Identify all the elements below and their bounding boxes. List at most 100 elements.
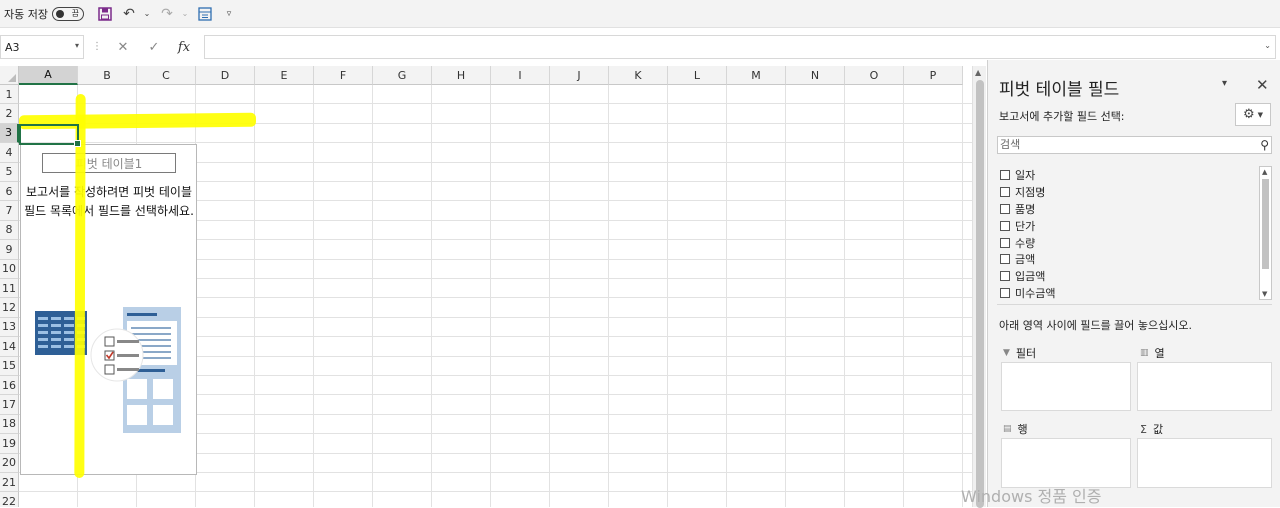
field-item[interactable]: 미수금액	[1000, 284, 1055, 301]
column-header-e[interactable]: E	[255, 66, 314, 85]
row-header-6[interactable]: 6	[0, 182, 19, 202]
activation-watermark: Windows 정품 인증	[961, 487, 1102, 506]
worksheet-grid[interactable]: ABCDEFGHIJKLMNOP 1 2 3 4 5 6 7 8 9 10 11 12 13 14 15 16…	[0, 66, 972, 507]
values-label: 값	[1152, 423, 1164, 436]
checkbox[interactable]	[1000, 186, 1010, 197]
field-item[interactable]: 수량	[1000, 234, 1035, 251]
column-header-p[interactable]: P	[904, 66, 963, 85]
row-header-21[interactable]: 21	[0, 473, 19, 493]
rows-drop-area[interactable]	[1001, 438, 1131, 488]
column-header-i[interactable]: I	[491, 66, 550, 85]
customize-icon[interactable]: ▿	[218, 3, 240, 25]
insert-function-button[interactable]: fx	[173, 37, 195, 57]
divider	[997, 304, 1272, 305]
row-header-13[interactable]: 13	[0, 317, 19, 338]
row-header-1[interactable]: 1	[0, 85, 19, 105]
column-header-d[interactable]: D	[196, 66, 255, 85]
autosave-toggle[interactable]: 끔	[51, 6, 84, 21]
field-item[interactable]: 일자	[1000, 166, 1035, 183]
column-header-n[interactable]: N	[786, 66, 845, 85]
checkbox[interactable]	[1000, 287, 1010, 298]
scroll-thumb[interactable]	[1262, 179, 1269, 269]
filter-drop-area[interactable]	[1001, 362, 1131, 411]
row-header-11[interactable]: 11	[0, 279, 19, 299]
row-header-8[interactable]: 8	[0, 220, 19, 241]
column-header-l[interactable]: L	[668, 66, 727, 85]
pane-options-chevron-icon[interactable]: ▾	[1222, 78, 1227, 89]
form-icon[interactable]	[194, 3, 216, 25]
column-header-o[interactable]: O	[845, 66, 904, 85]
expand-formula-icon[interactable]: ⌄	[1264, 41, 1271, 50]
pivot-table-placeholder[interactable]: 피벗 테이블1 보고서를 작성하려면 피벗 테이블 필드 목록에서 필드를 선택…	[20, 144, 197, 475]
values-drop-area[interactable]	[1137, 438, 1272, 488]
sigma-icon: Σ	[1140, 422, 1147, 436]
row-header-4[interactable]: 4	[0, 143, 19, 163]
gridline-vertical	[667, 85, 668, 507]
field-search-input[interactable]: 검색 ⚲	[997, 136, 1272, 154]
column-header-c[interactable]: C	[137, 66, 196, 85]
row-header-3[interactable]: 3	[0, 123, 19, 144]
field-list-scrollbar[interactable]: ▲ ▼	[1259, 166, 1272, 300]
column-header-j[interactable]: J	[550, 66, 609, 85]
row-header-15[interactable]: 15	[0, 356, 19, 376]
pivot-table-name: 피벗 테이블1	[42, 153, 176, 173]
column-header-k[interactable]: K	[609, 66, 668, 85]
row-header-16[interactable]: 16	[0, 376, 19, 396]
row-header-22[interactable]: 22	[0, 492, 19, 507]
formula-input[interactable]: ⌄	[204, 35, 1276, 59]
scroll-down-icon[interactable]: ▼	[1262, 290, 1267, 298]
checkbox[interactable]	[1000, 237, 1010, 248]
row-header-20[interactable]: 20	[0, 453, 19, 473]
column-header-h[interactable]: H	[432, 66, 491, 85]
columns-drop-area[interactable]	[1137, 362, 1272, 411]
gridline-horizontal	[19, 491, 972, 493]
scroll-up-icon[interactable]: ▲	[1262, 168, 1267, 176]
select-all-button[interactable]	[0, 66, 19, 85]
row-header-18[interactable]: 18	[0, 414, 19, 435]
vertical-scrollbar[interactable]: ▲	[972, 66, 986, 508]
tools-button[interactable]: ⚙ ▼	[1235, 103, 1271, 126]
save-icon[interactable]	[94, 3, 116, 25]
cancel-icon[interactable]: ✕	[112, 37, 134, 57]
checkbox[interactable]	[1000, 169, 1010, 180]
gridline-vertical	[903, 85, 904, 507]
name-box[interactable]: A3 ▾	[0, 35, 84, 59]
row-header-19[interactable]: 19	[0, 434, 19, 454]
checkbox[interactable]	[1000, 203, 1010, 214]
checkbox[interactable]	[1000, 220, 1010, 231]
checkbox[interactable]	[1000, 253, 1010, 264]
row-header-10[interactable]: 10	[0, 259, 19, 279]
row-header-9[interactable]: 9	[0, 240, 19, 260]
field-item[interactable]: 입금액	[1000, 267, 1045, 284]
undo-dropdown-icon[interactable]: ⌄	[142, 3, 152, 25]
scroll-up-icon[interactable]: ▲	[975, 68, 981, 77]
row-header-12[interactable]: 12	[0, 298, 19, 318]
column-header-m[interactable]: M	[727, 66, 786, 85]
undo-icon[interactable]: ↶	[118, 3, 140, 25]
row-header-17[interactable]: 17	[0, 395, 19, 415]
row-header-2[interactable]: 2	[0, 104, 19, 124]
column-header-f[interactable]: F	[314, 66, 373, 85]
scroll-thumb[interactable]	[976, 80, 984, 508]
column-header-g[interactable]: G	[373, 66, 432, 85]
filter-label: 필터	[1015, 347, 1037, 360]
gridline-vertical	[254, 85, 255, 507]
row-header-7[interactable]: 7	[0, 201, 19, 221]
field-item[interactable]: 품명	[1000, 200, 1035, 217]
column-header-a[interactable]: A	[19, 66, 78, 85]
enter-icon[interactable]: ✓	[143, 37, 165, 57]
checkbox[interactable]	[1000, 270, 1010, 281]
chevron-down-icon[interactable]: ▾	[75, 41, 79, 50]
close-icon[interactable]: ✕	[1256, 76, 1269, 94]
field-item[interactable]: 지점명	[1000, 183, 1045, 200]
redo-icon[interactable]: ↷	[156, 3, 178, 25]
row-header-5[interactable]: 5	[0, 162, 19, 182]
row-header-14[interactable]: 14	[0, 337, 19, 357]
redo-dropdown-icon[interactable]: ⌄	[180, 3, 190, 25]
field-item[interactable]: 금액	[1000, 250, 1035, 267]
gridline-vertical	[431, 85, 432, 507]
field-item[interactable]: 단가	[1000, 217, 1035, 234]
selected-cell[interactable]	[19, 123, 81, 147]
column-header-b[interactable]: B	[78, 66, 137, 85]
filter-area-label: ▼ 필터	[1003, 345, 1036, 361]
